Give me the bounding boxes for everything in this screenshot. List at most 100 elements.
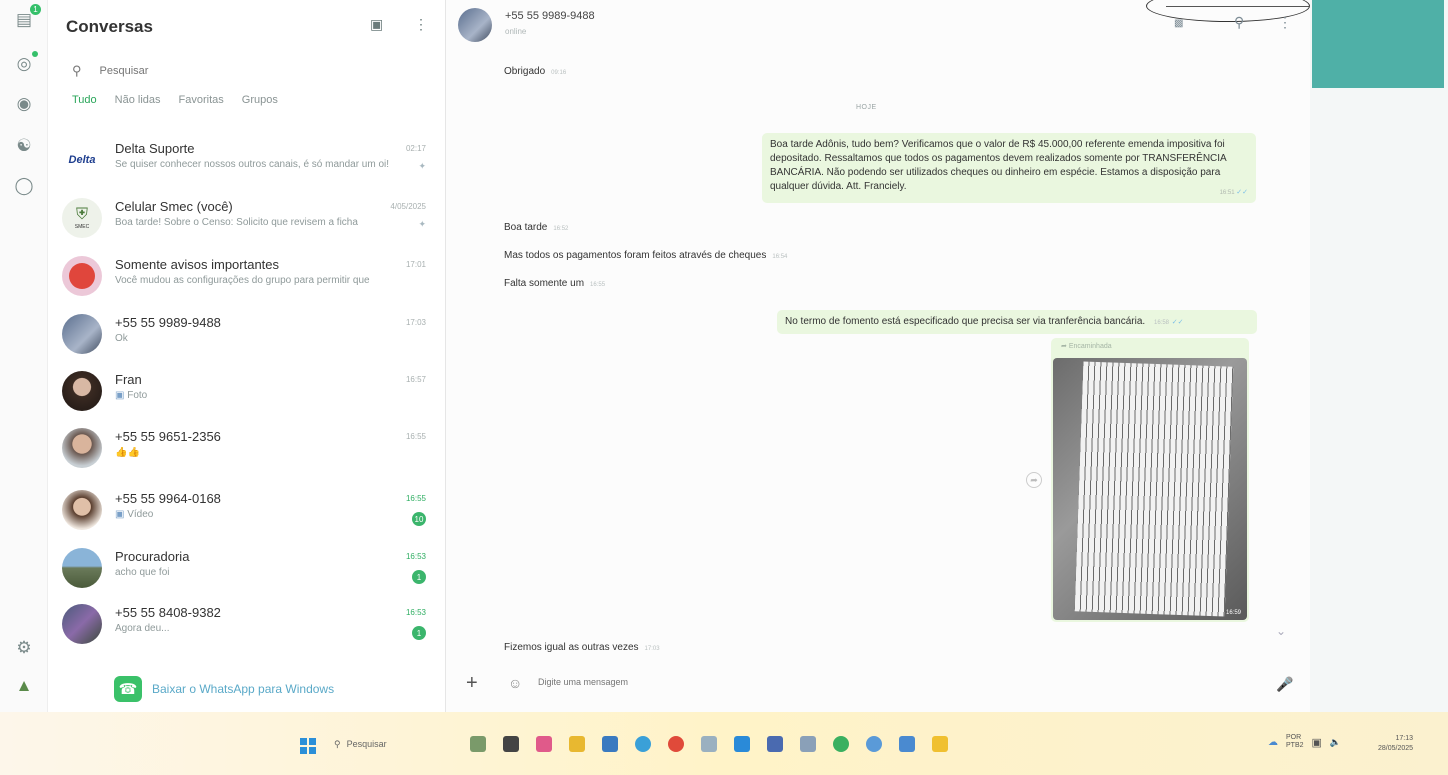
search-input[interactable] xyxy=(99,65,380,77)
network-icon[interactable]: ▣ xyxy=(1312,736,1322,749)
taskbar-app-icon[interactable] xyxy=(767,736,783,752)
read-ticks-icon: ✓✓ xyxy=(1236,189,1248,196)
chat-preview: Boa tarde! Sobre o Censo: Solicito que r… xyxy=(115,217,358,228)
chat-item-5555-8408-9382[interactable]: +55 55 8408-9382 Agora deu... 16:53 1 xyxy=(48,600,446,658)
windows-start-icon[interactable] xyxy=(300,738,316,754)
communities-icon[interactable]: ☯ xyxy=(12,134,36,158)
message-out: Boa tarde Adônis, tudo bem? Verificamos … xyxy=(762,133,1256,203)
scroll-down-chevron-icon[interactable]: ⌄ xyxy=(1276,624,1286,638)
chat-preview: Se quiser conhecer nossos outros canais,… xyxy=(115,159,390,170)
profile-avatar-icon[interactable]: ▲ xyxy=(12,674,36,698)
taskbar-app-icon[interactable] xyxy=(701,736,717,752)
conversation-list-panel: Conversas ▣ ⋮ ⚲ Tudo Não lidas Favoritas… xyxy=(48,0,446,712)
avatar xyxy=(62,604,102,644)
message-in: Obrigado 09:16 xyxy=(504,66,567,77)
message-input[interactable] xyxy=(538,677,1238,687)
chat-time: 16:53 xyxy=(405,608,426,617)
crest-icon: ⛨ xyxy=(75,206,88,223)
attach-plus-icon[interactable]: + xyxy=(466,672,478,695)
chat-name: +55 55 8408-9382 xyxy=(115,605,221,620)
document-page xyxy=(1074,361,1234,617)
chrome-profile-icon[interactable] xyxy=(866,736,882,752)
cloud-icon[interactable]: ☁ xyxy=(1268,737,1278,748)
chrome-profile-icon[interactable] xyxy=(833,736,849,752)
message-in: Boa tarde 16:52 xyxy=(504,222,569,233)
taskbar-app-icon[interactable] xyxy=(602,736,618,752)
filter-tab-all[interactable]: Tudo xyxy=(72,94,97,106)
message-composer: + ☺ 🎤 xyxy=(446,662,1310,712)
settings-gear-icon[interactable]: ⚙ xyxy=(12,636,36,660)
language-indicator[interactable]: POR PTB2 xyxy=(1286,734,1304,750)
list-title: Conversas xyxy=(66,17,153,36)
chat-time: 16:53 xyxy=(405,552,426,561)
get-app-link[interactable]: ☎ Baixar o WhatsApp para Windows xyxy=(114,676,334,702)
chat-time: 02:17 xyxy=(405,144,426,153)
avatar xyxy=(62,428,102,468)
chat-item-procuradoria[interactable]: Procuradoria acho que foi 16:53 1 xyxy=(48,544,446,602)
edge-icon[interactable] xyxy=(635,736,651,752)
taskbar-app-icon[interactable] xyxy=(734,736,750,752)
volume-icon[interactable]: 🔈 xyxy=(1330,737,1341,748)
left-rail: ▤ 1 ◎ ◉ ☯ ◯ ⚙ ▲ xyxy=(0,0,48,712)
meta-ai-icon[interactable]: ◯ xyxy=(12,174,36,198)
taskbar-app-icon[interactable] xyxy=(899,736,915,752)
filter-tab-groups[interactable]: Grupos xyxy=(242,94,278,106)
taskbar-app-icon[interactable] xyxy=(503,736,519,752)
contact-avatar[interactable] xyxy=(458,8,492,42)
avatar xyxy=(62,548,102,588)
taskbar-app-icon[interactable] xyxy=(932,736,948,752)
channels-icon[interactable]: ◉ xyxy=(12,92,36,116)
chat-preview: Você mudou as configurações do grupo par… xyxy=(115,275,370,286)
chat-name: +55 55 9989-9488 xyxy=(115,315,221,330)
menu-kebab-icon[interactable]: ⋮ xyxy=(1278,14,1292,31)
filter-tabs: Tudo Não lidas Favoritas Grupos xyxy=(72,94,278,106)
chat-item-fran[interactable]: Fran ▣ Foto 16:57 xyxy=(48,367,446,425)
chats-icon[interactable]: ▤ 1 xyxy=(12,4,41,32)
chat-preview: Agora deu... xyxy=(115,623,170,634)
video-call-icon[interactable]: ▩ xyxy=(1174,18,1183,29)
chat-item-5555-9964-0168[interactable]: +55 55 9964-0168 ▣ Vídeo 16:55 10 xyxy=(48,486,446,544)
avatar xyxy=(62,490,102,530)
status-dot xyxy=(32,51,38,57)
avatar: ⛨ SMEC xyxy=(62,198,102,238)
chat-preview: Ok xyxy=(115,333,128,344)
read-ticks-icon: ✓✓ xyxy=(1171,319,1184,326)
new-chat-icon[interactable]: ▣ xyxy=(370,16,383,33)
forward-icon[interactable]: ➦ xyxy=(1026,472,1042,488)
chat-item-5555-9651-2356[interactable]: +55 55 9651-2356 👍👍 16:55 xyxy=(48,424,446,482)
windows-taskbar: ⚲ Pesquisar ☁ POR PTB2 ▣ 🔈 17:13 28/05/2025 xyxy=(0,712,1448,775)
chat-item-5555-9989-9488[interactable]: +55 55 9989-9488 Ok 17:03 xyxy=(48,310,446,368)
status-icon[interactable]: ◎ xyxy=(12,51,38,76)
file-explorer-icon[interactable] xyxy=(569,736,585,752)
chat-name: Procuradoria xyxy=(115,549,190,564)
chat-header[interactable]: +55 55 9989-9488 online ▩ ⚲ ⋮ xyxy=(446,0,1316,52)
filter-tab-favorites[interactable]: Favoritas xyxy=(179,94,224,106)
chat-pane: +55 55 9989-9488 online ▩ ⚲ ⋮ Obrigado 09… xyxy=(446,0,1316,712)
document-photo[interactable]: 16:59 xyxy=(1053,358,1247,620)
menu-kebab-icon[interactable]: ⋮ xyxy=(414,16,428,33)
clock[interactable]: 17:13 28/05/2025 xyxy=(1378,734,1413,754)
filter-tab-unread[interactable]: Não lidas xyxy=(115,94,161,106)
search-icon[interactable]: ⚲ xyxy=(1234,14,1244,31)
chat-item-celular-smec[interactable]: ⛨ SMEC Celular Smec (você) Boa tarde! So… xyxy=(48,194,446,252)
taskbar-search[interactable]: ⚲ Pesquisar xyxy=(334,739,387,750)
chat-name: Delta Suporte xyxy=(115,141,195,156)
pen-scribble-line xyxy=(1166,6,1316,7)
chat-time: 16:55 xyxy=(405,432,426,441)
chrome-icon[interactable] xyxy=(668,736,684,752)
mail-icon[interactable] xyxy=(800,736,816,752)
search-bar[interactable]: ⚲ xyxy=(72,62,412,80)
photo-message[interactable]: ➦ Encaminhada 16:59 xyxy=(1051,338,1249,622)
whatsapp-logo-icon: ☎ xyxy=(114,676,142,702)
right-blank-area xyxy=(1310,0,1448,712)
emoji-icon[interactable]: ☺ xyxy=(508,675,522,691)
chat-item-somente-avisos[interactable]: Somente avisos importantes Você mudou as… xyxy=(48,252,446,310)
chat-item-delta-suporte[interactable]: Delta Delta Suporte Se quiser conhecer n… xyxy=(48,136,446,194)
unread-badge: 1 xyxy=(412,626,426,640)
taskbar-app-icon[interactable] xyxy=(470,736,486,752)
microphone-icon[interactable]: 🎤 xyxy=(1276,676,1293,693)
chat-time: 17:01 xyxy=(405,260,426,269)
taskbar-app-icon[interactable] xyxy=(536,736,552,752)
day-separator: HOJE xyxy=(856,104,877,111)
forwarded-label: ➦ Encaminhada xyxy=(1061,343,1112,350)
